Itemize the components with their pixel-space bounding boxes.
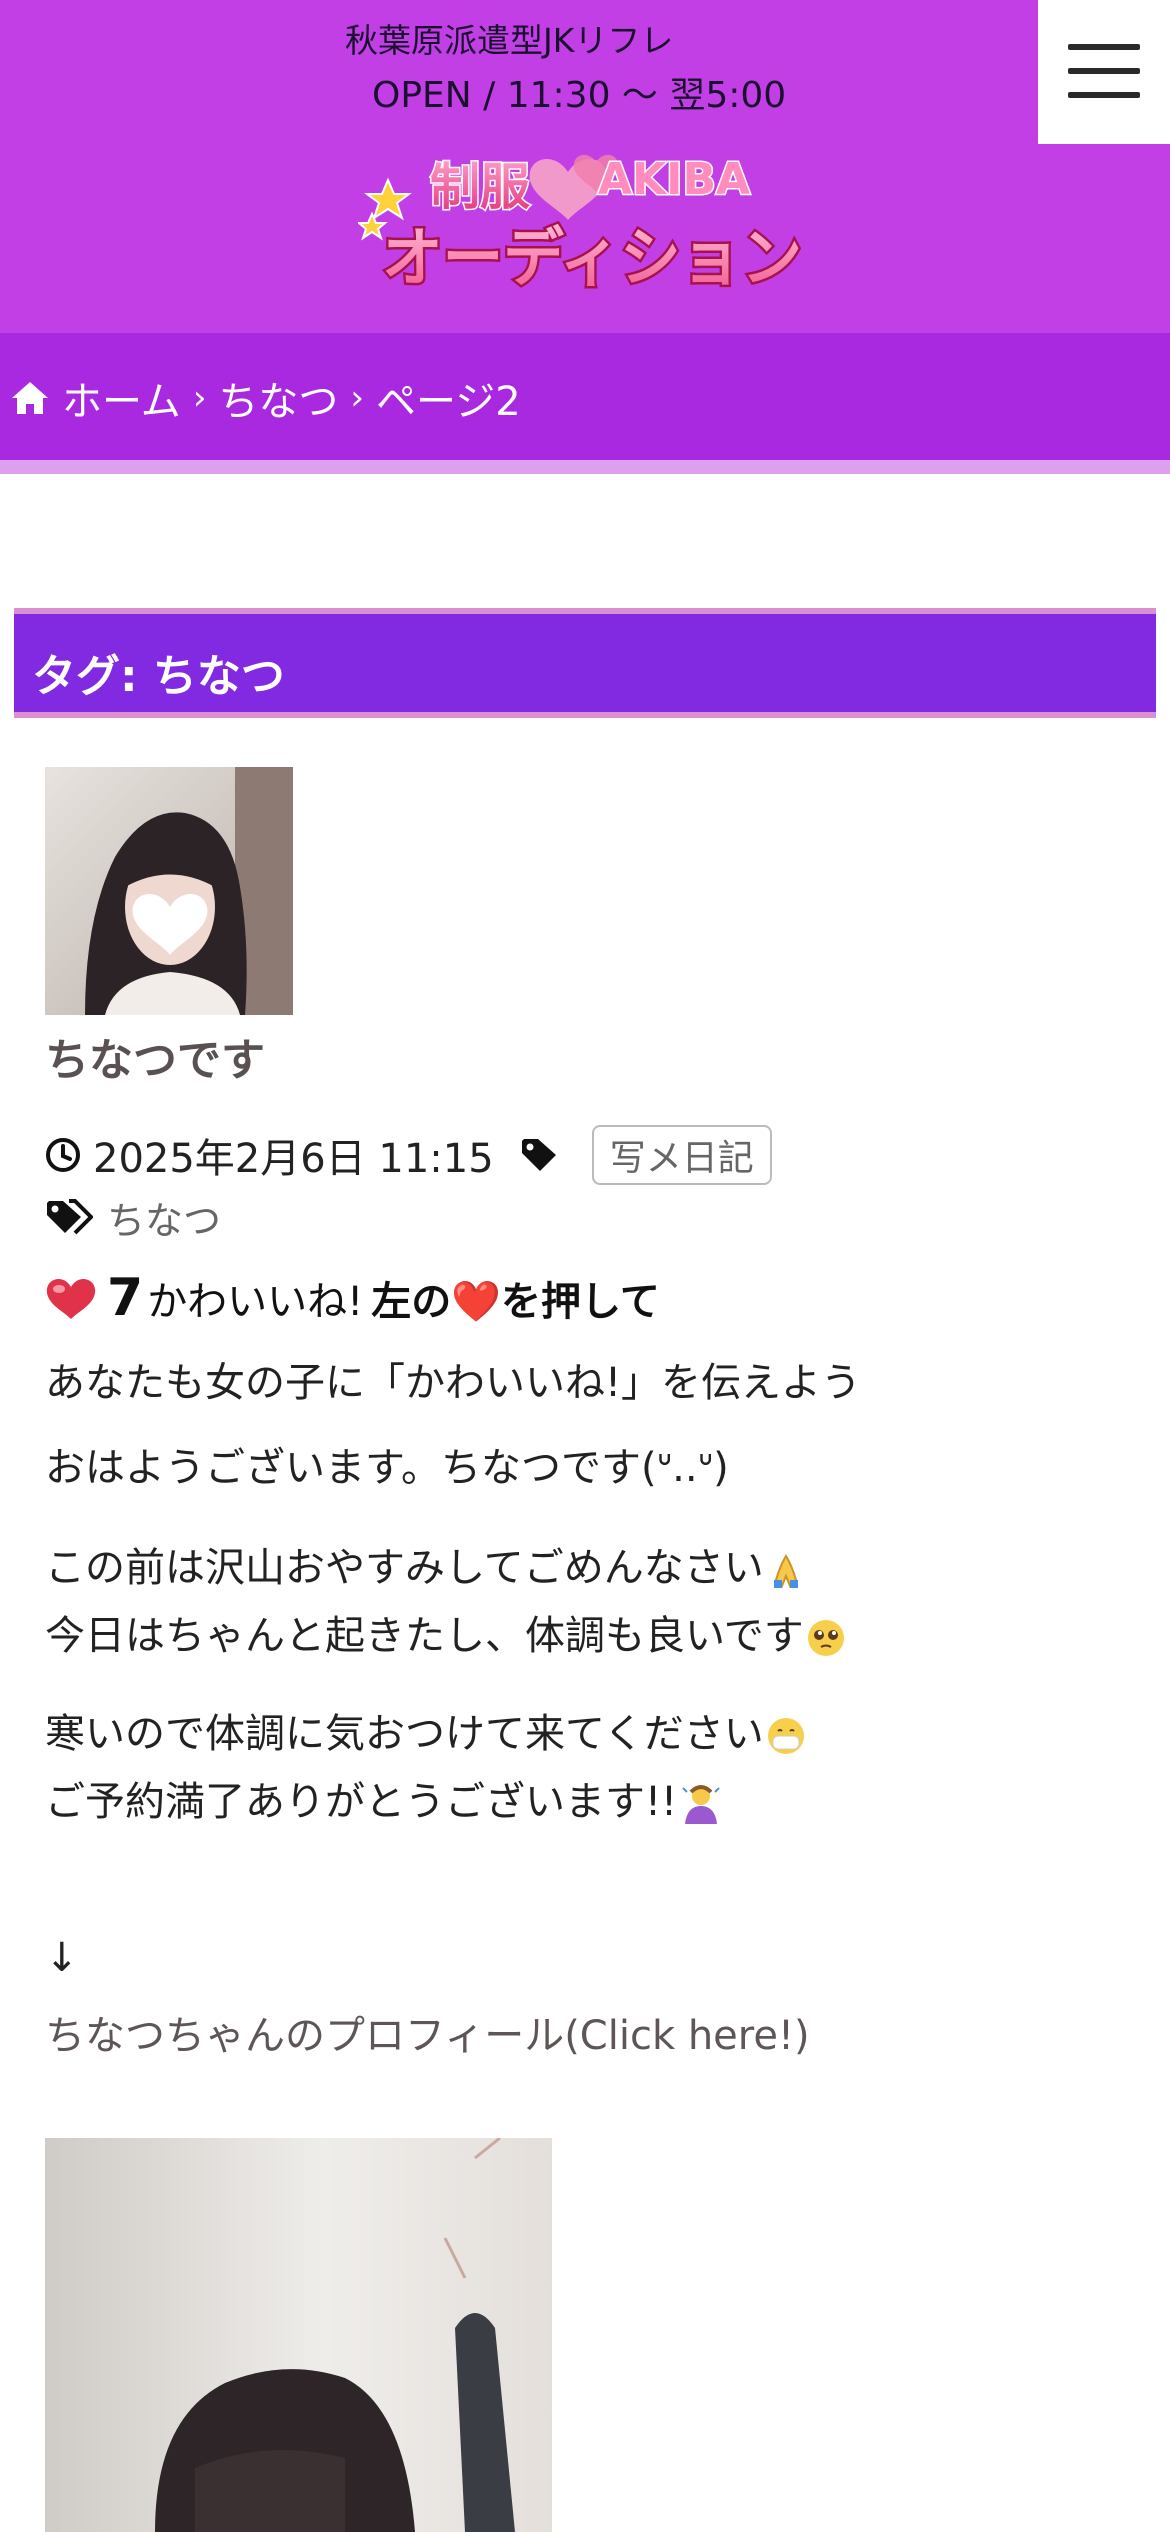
- clock-icon: [46, 1138, 80, 1172]
- breadcrumb-tag[interactable]: ちなつ: [218, 369, 338, 427]
- tags-icon: [47, 1198, 93, 1234]
- mask-face-icon: [767, 1718, 804, 1754]
- breadcrumb-divider: [0, 460, 1170, 474]
- header-tagline: 秋葉原派遣型JKリフレ: [345, 21, 674, 60]
- home-icon: [12, 382, 48, 414]
- post-meta: 2025年2月6日 11:15 写メ日記: [45, 1125, 772, 1185]
- like-count: 7: [107, 1268, 144, 1328]
- hamburger-bar: [1068, 92, 1140, 98]
- like-heart-icon[interactable]: [45, 1275, 97, 1321]
- hamburger-menu-icon: [1068, 44, 1140, 50]
- like-widget: 7 かわいいね! 左の❤️を押して: [45, 1268, 660, 1328]
- pleading-face-icon: [807, 1620, 844, 1656]
- site-header: 秋葉原派遣型JKリフレ OPEN / 11:30 〜 翌5:00 制服 AKIB…: [0, 0, 1170, 333]
- star-icon: [364, 177, 412, 221]
- breadcrumb-home[interactable]: ホーム: [62, 369, 181, 427]
- site-logo[interactable]: 制服 AKIBA オーディション: [358, 132, 808, 312]
- post-title[interactable]: ちなつです: [45, 1024, 265, 1088]
- like-subtitle: あなたも女の子に「かわいいね!」を伝えよう: [45, 1360, 862, 1406]
- svg-text:AKIBA: AKIBA: [598, 154, 750, 205]
- post-line: 寒いので体調に気おつけて来てください: [45, 1711, 764, 1757]
- bowing-person-icon: [682, 1785, 720, 1824]
- post-date: 2025年2月6日 11:15: [93, 1136, 494, 1182]
- post-line: ご予約満了ありがとうございます!!: [45, 1779, 678, 1825]
- svg-text:制服: 制服: [430, 158, 530, 216]
- post-tags: ちなつ: [45, 1190, 221, 1245]
- post-line: 今日はちゃんと起きたし、体調も良いです: [45, 1613, 804, 1659]
- breadcrumb-separator: ›: [350, 378, 365, 418]
- header-hours: OPEN / 11:30 〜 翌5:00: [372, 75, 787, 116]
- tag-icon: [521, 1139, 556, 1171]
- post-thumbnail[interactable]: [45, 767, 293, 1015]
- profile-link[interactable]: ちなつちゃんのプロフィール(Click here!): [45, 2003, 810, 2061]
- menu-button[interactable]: [1038, 0, 1170, 144]
- category-badge[interactable]: 写メ日記: [591, 1125, 772, 1185]
- post-paragraph: おはようございます。ちなつです(ᐡ..ᐡ): [45, 1445, 729, 1491]
- like-cta: 左の❤️を押して: [371, 1279, 660, 1325]
- breadcrumb: ホーム › ちなつ › ページ2: [0, 333, 1170, 460]
- post-paragraph: この前は沢山おやすみしてごめんなさい: [45, 1534, 806, 1602]
- post-paragraph: ご予約満了ありがとうございます!!: [45, 1768, 723, 1836]
- post-paragraph: 今日はちゃんと起きたし、体調も良いです: [45, 1602, 846, 1670]
- tag-link[interactable]: ちなつ: [107, 1190, 221, 1245]
- archive-title: タグ: ちなつ: [32, 651, 285, 702]
- post-line: この前は沢山おやすみしてごめんなさい: [45, 1545, 764, 1591]
- praying-hands-icon: [773, 1554, 798, 1588]
- down-arrow: ↓: [45, 1935, 79, 1981]
- like-label: かわいいね!: [147, 1279, 364, 1325]
- post-photo[interactable]: [45, 2138, 552, 2532]
- breadcrumb-separator: ›: [192, 378, 207, 418]
- post-paragraph: 寒いので体調に気おつけて来てください: [45, 1700, 806, 1768]
- svg-text:オーディション: オーディション: [382, 222, 802, 296]
- hamburger-bar: [1068, 68, 1140, 74]
- archive-heading: タグ: ちなつ: [14, 608, 1156, 718]
- breadcrumb-current: ページ2: [376, 379, 521, 425]
